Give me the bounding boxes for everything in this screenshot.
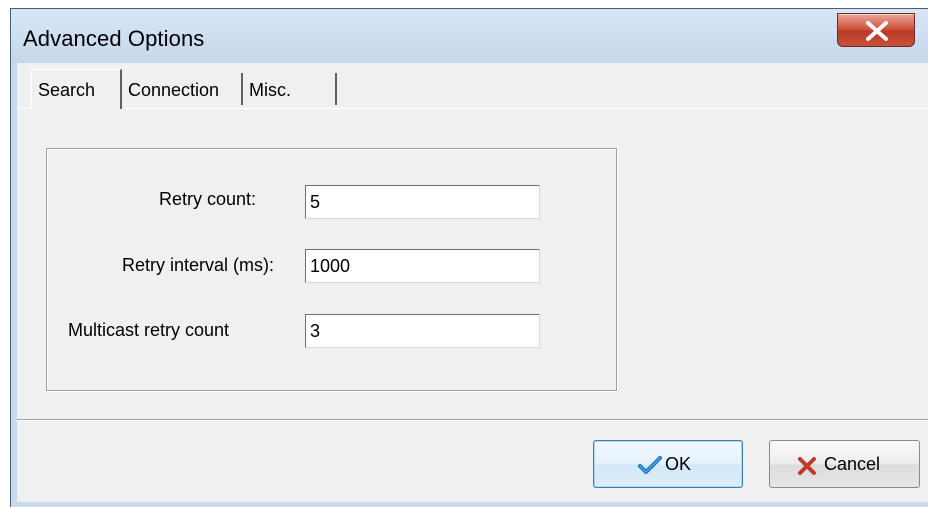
tab-connection[interactable]: Connection <box>122 73 243 105</box>
retry-count-label: Retry count: <box>159 189 257 209</box>
ok-button-label: OK <box>665 454 692 474</box>
title-bar[interactable]: Advanced Options <box>11 9 928 63</box>
button-area-separator <box>17 419 928 421</box>
tab-search-label: Search <box>38 80 96 100</box>
tab-connection-label: Connection <box>128 80 220 100</box>
window-title: Advanced Options <box>23 26 205 51</box>
tab-misc[interactable]: Misc. <box>243 73 337 105</box>
multicast-retry-input[interactable]: 3 <box>305 314 540 348</box>
tab-misc-label: Misc. <box>249 80 291 100</box>
cancel-button[interactable]: Cancel <box>769 440 920 488</box>
retry-interval-label: Retry interval (ms): <box>122 255 275 275</box>
dialog-body: Search Connection Misc. Retry count: 5 R… <box>17 63 928 502</box>
ok-button[interactable]: OK <box>593 440 743 488</box>
advanced-options-dialog: Advanced Options Search Connection Misc.… <box>10 8 928 507</box>
multicast-retry-label: Multicast retry count <box>68 320 230 340</box>
close-button[interactable] <box>837 13 915 47</box>
retry-count-input[interactable]: 5 <box>305 185 540 219</box>
tab-search[interactable]: Search <box>31 69 122 109</box>
close-icon <box>866 21 888 41</box>
cancel-button-label: Cancel <box>824 454 881 474</box>
retry-interval-input[interactable]: 1000 <box>305 249 540 283</box>
checkmark-icon <box>638 456 662 474</box>
x-mark-icon <box>798 457 816 475</box>
